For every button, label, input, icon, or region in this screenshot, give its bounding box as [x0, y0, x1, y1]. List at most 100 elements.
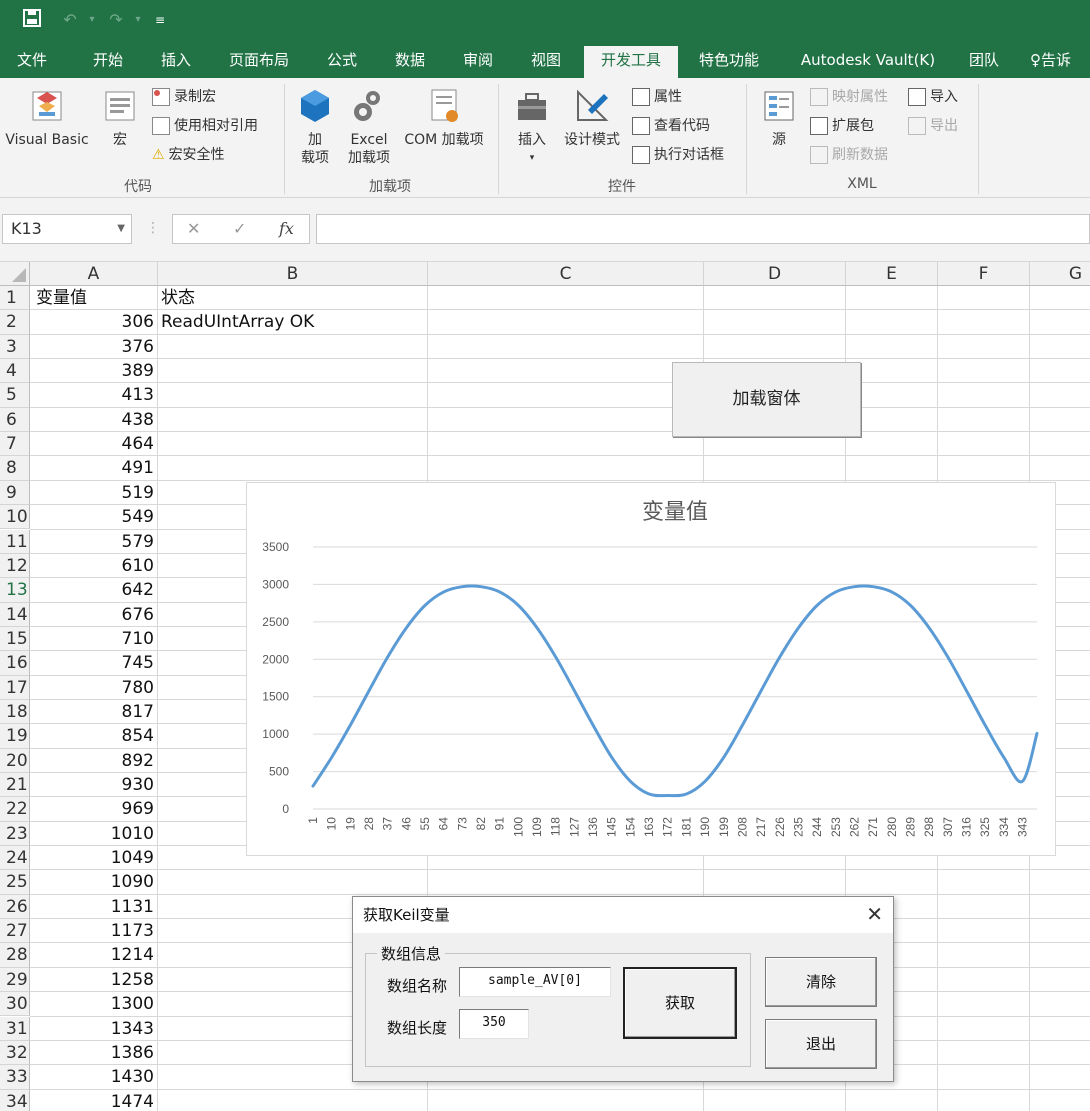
tab-home[interactable]: 开始 [80, 46, 136, 78]
cell-a-value[interactable]: 1343 [32, 1017, 154, 1041]
expansion-packs-button[interactable]: 扩展包 [810, 115, 874, 137]
enter-icon[interactable]: ✓ [233, 219, 246, 238]
insert-function-icon[interactable]: fx [279, 219, 294, 238]
row-header[interactable]: 1 [0, 286, 30, 311]
tab-team[interactable]: 团队 [956, 46, 1012, 78]
row-header[interactable]: 17 [0, 675, 30, 700]
line-chart[interactable]: 变量值 0 500 1000 1500 2000 2500 3000 3500 1 10 19 28 37… [246, 482, 1056, 856]
row-header[interactable]: 15 [0, 626, 30, 652]
refresh-data-button[interactable]: 刷新数据 [810, 144, 888, 166]
cell-a-value[interactable]: 676 [32, 603, 154, 627]
cancel-icon[interactable]: ✕ [187, 219, 200, 238]
row-header[interactable]: 11 [0, 529, 30, 554]
cell-a-value[interactable]: 745 [32, 651, 154, 675]
array-length-input[interactable]: 350 [459, 1009, 529, 1039]
row-header[interactable]: 28 [0, 943, 30, 968]
row-header[interactable]: 24 [0, 846, 30, 871]
xml-export-button[interactable]: 导出 [908, 115, 958, 137]
row-header[interactable]: 31 [0, 1016, 30, 1041]
array-name-input[interactable]: sample_AV[0] [459, 967, 611, 997]
formula-input[interactable] [316, 214, 1090, 244]
column-header-f[interactable]: F [938, 262, 1030, 286]
cell-a-value[interactable]: 1430 [32, 1065, 154, 1089]
tab-special-features[interactable]: 特色功能 [690, 46, 768, 78]
row-header[interactable]: 20 [0, 748, 30, 773]
tab-view[interactable]: 视图 [518, 46, 574, 78]
row-header[interactable]: 33 [0, 1065, 30, 1090]
redo-icon[interactable]: ↷ [104, 8, 128, 32]
row-header[interactable]: 16 [0, 651, 30, 676]
visual-basic-button[interactable]: Visual Basic [0, 86, 94, 149]
column-header-e[interactable]: E [846, 262, 938, 286]
row-header[interactable]: 29 [0, 967, 30, 993]
row-header[interactable]: 4 [0, 359, 30, 384]
fetch-button[interactable]: 获取 [623, 967, 737, 1039]
tab-data[interactable]: 数据 [382, 46, 438, 78]
row-header[interactable]: 13 [0, 578, 30, 603]
tab-developer[interactable]: 开发工具 [584, 46, 678, 78]
cell-b1[interactable]: 状态 [161, 286, 195, 310]
cell-a-value[interactable]: 854 [32, 724, 154, 748]
xml-import-button[interactable]: 导入 [908, 86, 958, 108]
row-header[interactable]: 2 [0, 310, 30, 335]
macros-button[interactable]: 宏 [96, 86, 144, 149]
cell-a-value[interactable]: 817 [32, 700, 154, 724]
row-header[interactable]: 19 [0, 724, 30, 749]
column-header-b[interactable]: B [158, 262, 428, 286]
tab-autodesk-vault[interactable]: Autodesk Vault(K) [786, 46, 950, 78]
close-icon[interactable]: ✕ [866, 901, 883, 927]
row-header[interactable]: 22 [0, 797, 30, 822]
insert-control-button[interactable]: 插入 ▾ [506, 86, 558, 167]
cell-a-value[interactable]: 1474 [32, 1090, 154, 1111]
row-header[interactable]: 14 [0, 602, 30, 627]
cell-a-value[interactable]: 1258 [32, 968, 154, 992]
cell-a-value[interactable]: 1214 [32, 943, 154, 967]
cell-a-value[interactable]: 1131 [32, 895, 154, 919]
record-macro-button[interactable]: 录制宏 [152, 86, 216, 108]
row-header[interactable]: 25 [0, 870, 30, 895]
redo-dropdown-icon[interactable]: ▾ [126, 8, 150, 32]
cell-a-value[interactable]: 464 [32, 432, 154, 456]
cell-a1[interactable]: 变量值 [36, 286, 87, 310]
cell-a-value[interactable]: 780 [32, 676, 154, 700]
column-header-a[interactable]: A [30, 262, 158, 286]
row-header[interactable]: 12 [0, 553, 30, 579]
row-header[interactable]: 32 [0, 1040, 30, 1066]
run-dialog-button[interactable]: 执行对话框 [632, 144, 724, 166]
cell-a-value[interactable]: 1300 [32, 992, 154, 1016]
cell-a-value[interactable]: 491 [32, 456, 154, 480]
cell-a-value[interactable]: 389 [32, 359, 154, 383]
row-header[interactable]: 8 [0, 456, 30, 481]
xml-source-button[interactable]: 源 [756, 86, 802, 149]
macro-security-button[interactable]: ⚠ 宏安全性 [152, 144, 225, 166]
cell-a-value[interactable]: 1049 [32, 846, 154, 870]
row-header[interactable]: 27 [0, 919, 30, 944]
cell-a-value[interactable]: 610 [32, 554, 154, 578]
properties-button[interactable]: 属性 [632, 86, 682, 108]
addins-button[interactable]: 加 载项 [292, 86, 338, 167]
cell-a-value[interactable]: 892 [32, 749, 154, 773]
row-header[interactable]: 26 [0, 894, 30, 920]
cell-a-value[interactable]: 306 [32, 310, 154, 334]
cell-a-value[interactable]: 969 [32, 797, 154, 821]
row-header[interactable]: 10 [0, 505, 30, 530]
undo-icon[interactable]: ↶ [58, 8, 82, 32]
customize-qat-icon[interactable]: ≡ [148, 8, 172, 32]
tab-file[interactable]: 文件 [6, 46, 58, 78]
cell-a-value[interactable]: 710 [32, 627, 154, 651]
cell-a-value[interactable]: 376 [32, 335, 154, 359]
cell-a-value[interactable]: 1090 [32, 870, 154, 894]
cell-a-value[interactable]: 930 [32, 773, 154, 797]
exit-button[interactable]: 退出 [765, 1019, 877, 1069]
row-header[interactable]: 34 [0, 1089, 30, 1111]
cell-a-value[interactable]: 1010 [32, 822, 154, 846]
row-header[interactable]: 21 [0, 773, 30, 798]
column-header-g[interactable]: G [1030, 262, 1090, 286]
view-code-button[interactable]: 查看代码 [632, 115, 710, 137]
row-header[interactable]: 3 [0, 334, 30, 360]
load-form-button[interactable]: 加载窗体 [672, 362, 861, 437]
cell-a-value[interactable]: 438 [32, 408, 154, 432]
relative-refs-button[interactable]: 使用相对引用 [152, 115, 258, 137]
tab-formulas[interactable]: 公式 [314, 46, 370, 78]
column-header-d[interactable]: D [704, 262, 846, 286]
